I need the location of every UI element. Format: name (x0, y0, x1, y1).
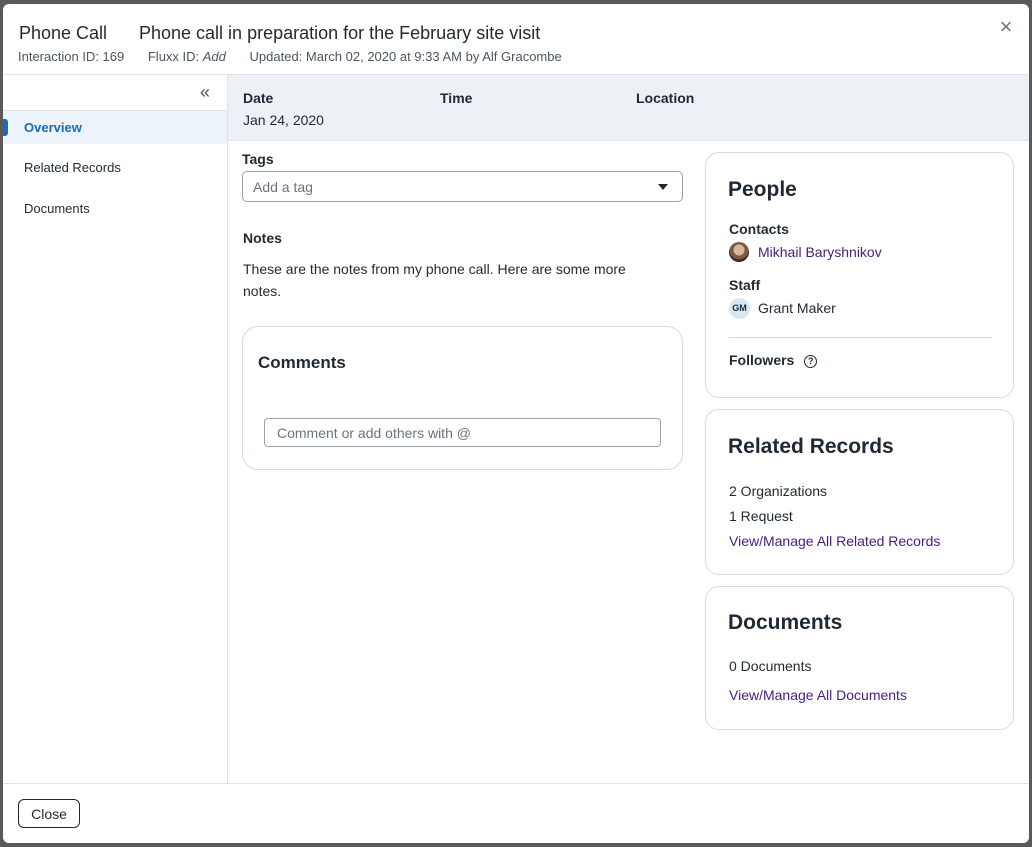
close-icon[interactable]: × (997, 16, 1015, 38)
organizations-count: 2 Organizations (729, 483, 828, 499)
main-content: Date Jan 24, 2020 Time Location Tags Add… (228, 75, 1029, 783)
notes-text: These are the notes from my phone call. … (243, 261, 626, 299)
avatar (729, 242, 749, 262)
view-manage-documents-link[interactable]: View/Manage All Documents (729, 687, 907, 703)
interaction-title: Phone call in preparation for the Februa… (139, 23, 541, 43)
tags-placeholder: Add a tag (253, 179, 313, 195)
fluxx-id: Fluxx ID: Add (148, 49, 226, 64)
help-icon[interactable]: ? (804, 355, 818, 368)
close-button[interactable]: Close (18, 799, 80, 828)
documents-card: Documents 0 Documents View/Manage All Do… (705, 586, 1014, 730)
sidebar-item-related-records[interactable]: Related Records (3, 151, 227, 184)
caret-down-icon (658, 184, 668, 190)
requests-count: 1 Request (729, 508, 793, 524)
related-records-title: Related Records (728, 435, 894, 458)
people-card: People Contacts Mikhail Baryshnikov Staf… (705, 152, 1014, 398)
interaction-meta: Interaction ID: 169 Fluxx ID: Add Update… (18, 49, 582, 64)
contact-name-link[interactable]: Mikhail Baryshnikov (758, 244, 882, 260)
people-title: People (728, 178, 797, 201)
documents-title: Documents (728, 611, 843, 634)
contact-person: Mikhail Baryshnikov (729, 241, 882, 263)
fluxx-id-add-link[interactable]: Add (203, 49, 226, 64)
comments-card: Comments (242, 326, 683, 470)
interaction-type: Phone Call (19, 23, 108, 43)
sidebar-item-documents[interactable]: Documents (3, 192, 227, 225)
avatar-initials: GM (729, 297, 750, 319)
staff-person: GM Grant Maker (729, 297, 836, 319)
time-label: Time (440, 90, 473, 106)
fluxx-id-label: Fluxx ID: (147, 49, 203, 64)
related-records-card: Related Records 2 Organizations 1 Reques… (705, 409, 1014, 575)
staff-name: Grant Maker (758, 300, 836, 316)
comments-title: Comments (258, 353, 346, 372)
sidebar-item-overview[interactable]: Overview (3, 111, 227, 144)
followers-label: Followers (729, 352, 795, 368)
documents-count: 0 Documents (729, 658, 812, 674)
tags-select[interactable]: Add a tag (242, 171, 683, 202)
date-value: Jan 24, 2020 (243, 112, 324, 128)
updated-info: Updated: March 02, 2020 at 9:33 AM by Al… (249, 49, 562, 64)
people-divider (729, 337, 992, 338)
tags-label: Tags (242, 151, 274, 167)
comment-input[interactable] (264, 418, 661, 447)
contacts-label: Contacts (729, 221, 789, 237)
staff-label: Staff (729, 277, 761, 293)
notes-label: Notes (243, 230, 282, 246)
sidebar: « Overview Related Records Documents (3, 75, 228, 783)
view-manage-related-records-link[interactable]: View/Manage All Related Records (729, 533, 940, 549)
double-chevron-left-icon[interactable]: « (196, 83, 214, 102)
modal-footer: Close (3, 783, 1029, 843)
location-label: Location (636, 90, 695, 106)
interaction-id: Interaction ID: 169 (18, 49, 125, 64)
modal-header: Phone Call Phone call in preparation for… (3, 4, 1029, 75)
followers-row: Followers ? (729, 352, 818, 368)
date-label: Date (243, 90, 274, 106)
interaction-modal: Phone Call Phone call in preparation for… (3, 4, 1029, 843)
info-bar: Date Jan 24, 2020 Time Location (228, 75, 1029, 141)
